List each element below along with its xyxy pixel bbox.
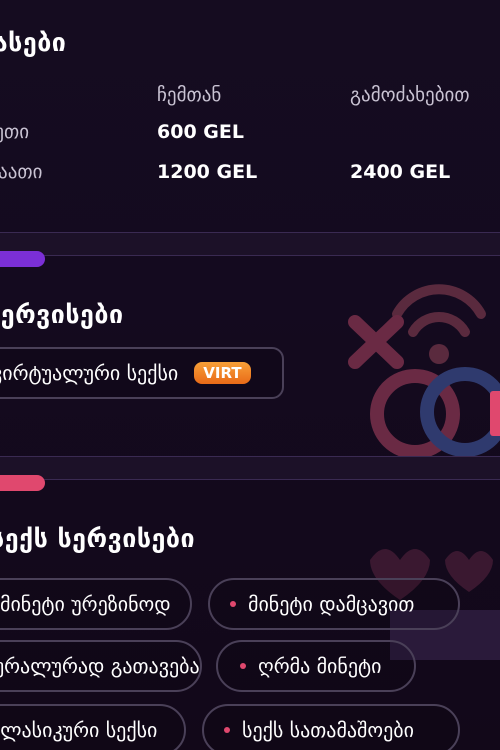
service-chip-label: ნატურალურად გათავება — [0, 654, 200, 678]
service-chip-label: ღრმა მინეტი — [258, 654, 382, 678]
service-chip-label: მინეტი ურეზინოდ — [0, 592, 171, 616]
service-chip-virtual[interactable]: ვირტუალური სექსი VIRT — [0, 347, 284, 399]
virt-badge: VIRT — [194, 362, 251, 384]
service-chip[interactable]: ღრმა მინეტი — [216, 640, 416, 692]
rate-row-incall: 1200 GEL — [157, 161, 258, 183]
section-divider — [0, 232, 500, 267]
service-chip[interactable]: მინეტი ურეზინოდ — [0, 578, 192, 630]
bullet-dot — [230, 601, 236, 607]
outcall-header: გამოძახებით — [350, 84, 470, 106]
service-chip-label: კლასიკური სექსი — [0, 718, 158, 742]
service-chip[interactable]: ნატურალურად გათავება — [0, 640, 202, 692]
rate-row-incall: 600 GEL — [157, 121, 244, 143]
bullet-dot — [240, 663, 246, 669]
divider-accent — [0, 475, 45, 491]
service-chip[interactable]: სექს სათამაშოები — [202, 704, 460, 750]
rates-title: ფასები — [0, 28, 67, 57]
sex-services-title: სექს სერვისები — [0, 524, 196, 553]
incall-header: ჩემთან — [157, 84, 222, 106]
divider-track — [0, 232, 500, 256]
divider-track — [0, 456, 500, 480]
service-chip[interactable]: კლასიკური სექსი — [0, 704, 186, 750]
gender-symbols-icon — [348, 284, 500, 459]
rate-row-label: 30 წუთი — [0, 121, 30, 143]
service-chip-label: სექს სათამაშოები — [242, 718, 414, 742]
rate-row-label: 1 საათი — [0, 161, 43, 183]
services-title: სერვისები — [0, 300, 124, 329]
divider-accent — [0, 251, 45, 267]
side-tab[interactable] — [490, 391, 500, 436]
service-chip[interactable]: მინეტი დამცავით — [208, 578, 460, 630]
section-divider — [0, 456, 500, 491]
service-chip-label: ვირტუალური სექსი — [0, 361, 179, 385]
rate-row-outcall: 2400 GEL — [350, 161, 451, 183]
page: { "rates": { "title": "ფასები", "headers… — [0, 0, 500, 750]
bullet-dot — [224, 727, 230, 733]
service-chip-label: მინეტი დამცავით — [248, 592, 415, 616]
